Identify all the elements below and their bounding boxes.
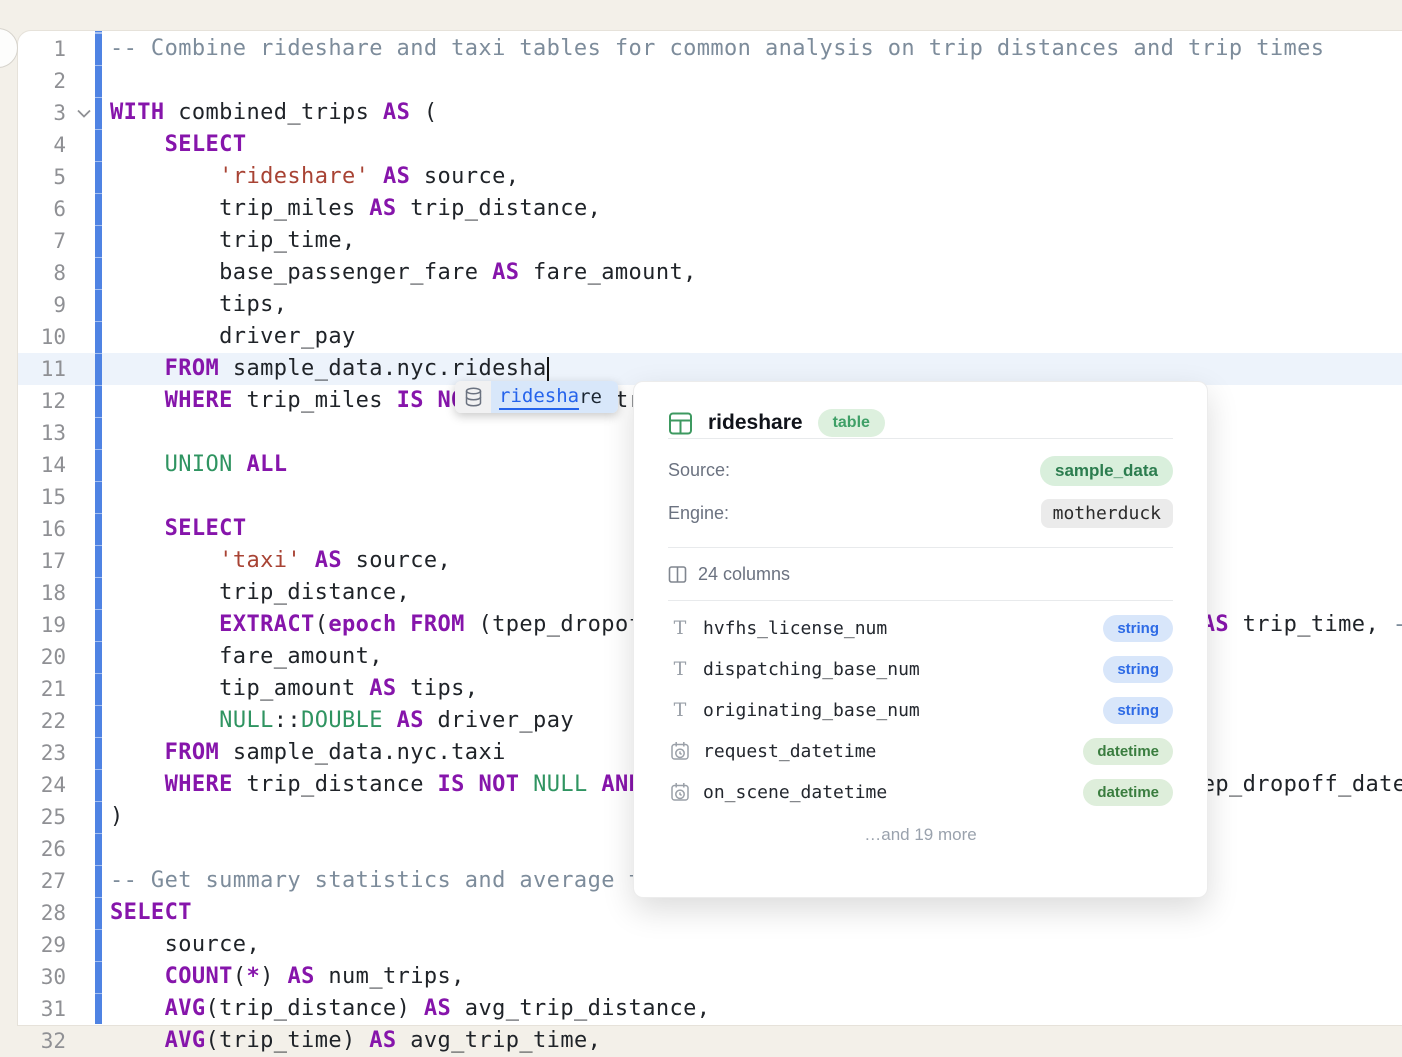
- line-number[interactable]: 24: [17, 769, 66, 801]
- fold-chevron-down-icon[interactable]: [74, 97, 94, 129]
- line-numbers: 1234567891011121314151617181920212223242…: [17, 33, 66, 1057]
- line-number[interactable]: 8: [17, 257, 66, 289]
- database-icon: [455, 381, 491, 413]
- column-name: on_scene_datetime: [703, 782, 887, 803]
- line-number[interactable]: 16: [17, 513, 66, 545]
- line-number[interactable]: 7: [17, 225, 66, 257]
- source-label: Source:: [668, 460, 730, 481]
- text-cursor: [547, 357, 549, 382]
- code-line-3[interactable]: WITH combined_trips AS (: [110, 97, 1402, 129]
- line-number[interactable]: 1: [17, 33, 66, 65]
- line-number[interactable]: 31: [17, 993, 66, 1025]
- code-line-4[interactable]: SELECT: [110, 129, 1402, 161]
- line-number[interactable]: 32: [17, 1025, 66, 1057]
- column-type-badge: string: [1103, 615, 1173, 642]
- code-line-6[interactable]: trip_miles AS trip_distance,: [110, 193, 1402, 225]
- tooltip-columns: Thvfhs_license_numstringTdispatching_bas…: [668, 601, 1173, 813]
- column-row-hvfhs_license_num: Thvfhs_license_num string: [668, 608, 1173, 649]
- engine-label: Engine:: [668, 503, 729, 524]
- code-line-7[interactable]: trip_time,: [110, 225, 1402, 257]
- line-number[interactable]: 22: [17, 705, 66, 737]
- line-number[interactable]: 18: [17, 577, 66, 609]
- line-number[interactable]: 4: [17, 129, 66, 161]
- line-number[interactable]: 27: [17, 865, 66, 897]
- line-number[interactable]: 2: [17, 65, 66, 97]
- code-line-5[interactable]: 'rideshare' AS source,: [110, 161, 1402, 193]
- code-line-10[interactable]: driver_pay: [110, 321, 1402, 353]
- line-number[interactable]: 12: [17, 385, 66, 417]
- code-line-31[interactable]: AVG(trip_distance) AS avg_trip_distance,: [110, 993, 1402, 1025]
- line-number[interactable]: 6: [17, 193, 66, 225]
- text-type-icon: T: [668, 701, 692, 720]
- line-number[interactable]: 10: [17, 321, 66, 353]
- column-type-badge: datetime: [1083, 738, 1173, 765]
- line-number[interactable]: 25: [17, 801, 66, 833]
- source-value-badge: sample_data: [1040, 456, 1173, 486]
- code-line-29[interactable]: source,: [110, 929, 1402, 961]
- line-number[interactable]: 30: [17, 961, 66, 993]
- line-number[interactable]: 3: [17, 97, 66, 129]
- code-line-9[interactable]: tips,: [110, 289, 1402, 321]
- code-line-32[interactable]: AVG(trip_time) AS avg_trip_time,: [110, 1025, 1402, 1057]
- column-type-badge: datetime: [1083, 779, 1173, 806]
- line-number[interactable]: 29: [17, 929, 66, 961]
- line-number[interactable]: 14: [17, 449, 66, 481]
- code-line-8[interactable]: base_passenger_fare AS fare_amount,: [110, 257, 1402, 289]
- line-number[interactable]: 5: [17, 161, 66, 193]
- line-number[interactable]: 26: [17, 833, 66, 865]
- line-number[interactable]: 19: [17, 609, 66, 641]
- engine-value-badge: motherduck: [1041, 499, 1173, 528]
- line-number[interactable]: 9: [17, 289, 66, 321]
- columns-icon: [668, 565, 687, 584]
- column-name: request_datetime: [703, 741, 876, 762]
- column-row-originating_base_num: Toriginating_base_num string: [668, 690, 1173, 731]
- autocomplete-match-text: ridesha: [499, 385, 579, 410]
- table-icon: [668, 411, 693, 436]
- changed-lines-gutter-bar: [95, 31, 102, 1024]
- column-name: originating_base_num: [703, 700, 920, 721]
- text-type-icon: T: [668, 619, 692, 638]
- autocomplete-popup[interactable]: rideshare: [455, 381, 618, 413]
- code-line-1[interactable]: -- Combine rideshare and taxi tables for…: [110, 33, 1402, 65]
- column-type-badge: string: [1103, 697, 1173, 724]
- column-row-dispatching_base_num: Tdispatching_base_num string: [668, 649, 1173, 690]
- table-info-tooltip: rideshare table Source: sample_data Engi…: [633, 381, 1208, 898]
- panel-edge-button[interactable]: [0, 28, 18, 68]
- table-type-badge: table: [818, 409, 885, 437]
- code-line-30[interactable]: COUNT(*) AS num_trips,: [110, 961, 1402, 993]
- table-title: rideshare: [708, 411, 803, 435]
- line-number[interactable]: 21: [17, 673, 66, 705]
- line-number[interactable]: 23: [17, 737, 66, 769]
- source-row: Source: sample_data: [668, 449, 1173, 492]
- column-type-badge: string: [1103, 656, 1173, 683]
- tooltip-header: rideshare table: [668, 382, 1173, 438]
- calendar-clock-icon: [668, 741, 692, 762]
- code-line-28[interactable]: SELECT: [110, 897, 1402, 929]
- autocomplete-rest-text: re: [579, 386, 602, 408]
- line-number[interactable]: 11: [17, 353, 66, 385]
- line-number[interactable]: 13: [17, 417, 66, 449]
- text-type-icon: T: [668, 660, 692, 679]
- columns-summary: 24 columns: [668, 548, 1173, 600]
- column-row-on_scene_datetime: on_scene_datetime datetime: [668, 772, 1173, 813]
- column-name: hvfhs_license_num: [703, 618, 887, 639]
- line-number[interactable]: 28: [17, 897, 66, 929]
- calendar-clock-icon: [668, 782, 692, 803]
- columns-count-text: 24 columns: [698, 564, 790, 585]
- engine-row: Engine: motherduck: [668, 492, 1173, 535]
- column-row-request_datetime: request_datetime datetime: [668, 731, 1173, 772]
- column-name: dispatching_base_num: [703, 659, 920, 680]
- code-line-2[interactable]: [110, 65, 1402, 97]
- line-number[interactable]: 17: [17, 545, 66, 577]
- autocomplete-item-rideshare[interactable]: rideshare: [491, 381, 618, 413]
- line-number[interactable]: 15: [17, 481, 66, 513]
- more-columns-text: …and 19 more: [668, 825, 1173, 845]
- line-number[interactable]: 20: [17, 641, 66, 673]
